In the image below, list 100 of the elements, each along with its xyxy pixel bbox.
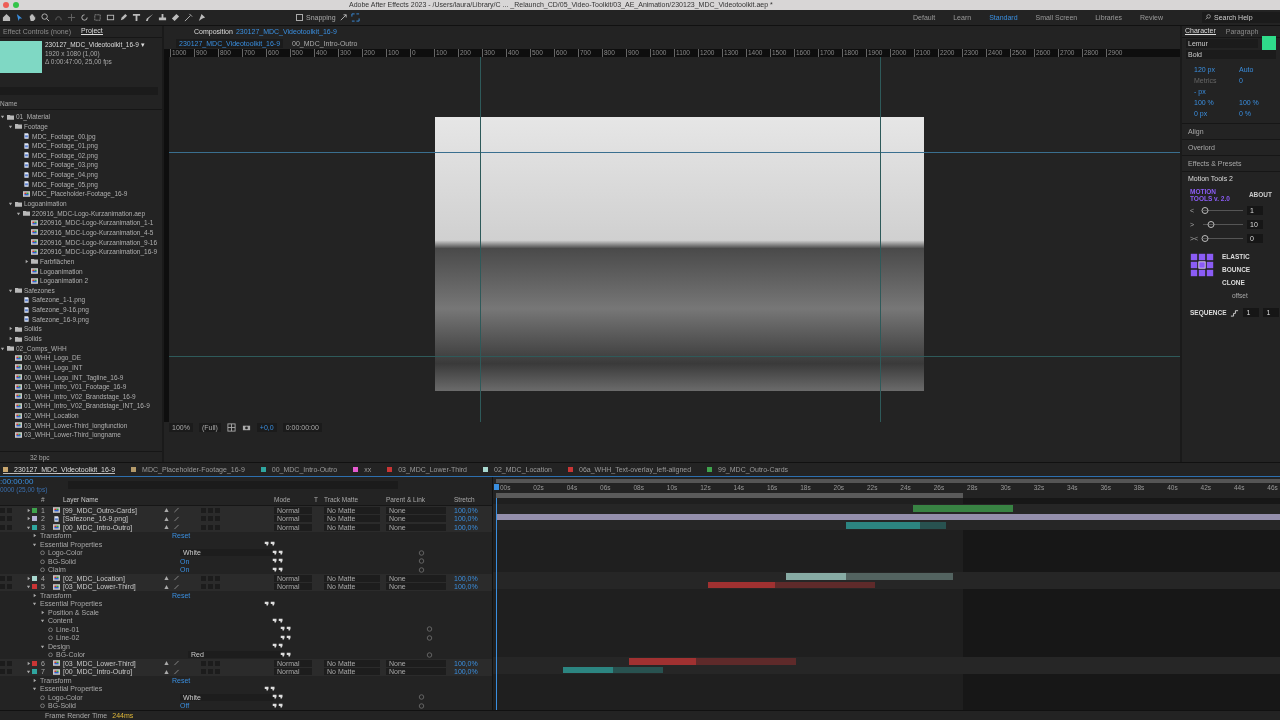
composition-icon	[53, 507, 60, 514]
twirl-icon[interactable]	[32, 541, 37, 547]
pin-pair-icon[interactable]	[264, 541, 276, 548]
pin-pair-icon[interactable]	[272, 566, 284, 573]
text-tool-icon[interactable]	[132, 12, 141, 22]
layer-duration-bar[interactable]	[496, 513, 1280, 520]
close-window-button[interactable]	[3, 2, 9, 8]
search-icon	[1205, 14, 1211, 21]
guide-line[interactable]	[169, 151, 1180, 153]
layer-color-label[interactable]	[32, 584, 37, 590]
composition-icon	[15, 431, 22, 438]
composition-icon	[15, 383, 22, 390]
pin-pair-icon[interactable]	[272, 643, 284, 650]
image-file-icon	[53, 515, 60, 522]
folder-icon	[31, 258, 38, 265]
pin-pair-icon[interactable]	[264, 685, 276, 692]
current-timecode[interactable]: :00:00:00	[0, 477, 62, 486]
rectangle-icon[interactable]	[106, 12, 115, 22]
composition-icon	[31, 239, 38, 246]
eraser-icon[interactable]	[171, 12, 180, 22]
fill-color-swatch[interactable]	[1262, 36, 1276, 51]
twirl-icon[interactable]	[32, 601, 37, 607]
twirl-icon[interactable]	[32, 677, 37, 683]
stairs-icon[interactable]	[1230, 307, 1240, 317]
pick-whip-icon[interactable]	[426, 651, 433, 658]
composition-icon	[23, 190, 30, 197]
composition-icon	[15, 354, 22, 361]
layer-color-label[interactable]	[32, 524, 37, 530]
rotate-icon[interactable]	[80, 12, 89, 22]
image-file-icon	[23, 161, 30, 168]
composition-icon	[53, 524, 60, 531]
layer-duration-bar[interactable]	[707, 581, 775, 588]
move-icon[interactable]	[67, 12, 76, 22]
image-file-icon	[23, 152, 30, 159]
twirl-icon[interactable]	[40, 643, 45, 649]
pin-pair-icon[interactable]	[272, 549, 284, 556]
composition-icon	[31, 277, 38, 284]
selection-arrow-icon[interactable]	[15, 12, 24, 22]
twirl-icon[interactable]	[8, 287, 13, 293]
pin-pair-icon[interactable]	[272, 558, 284, 565]
twirl-icon[interactable]	[8, 326, 13, 332]
layer-color-label[interactable]	[32, 660, 37, 666]
image-file-icon	[23, 171, 30, 178]
layer-tail-bar[interactable]	[612, 666, 663, 673]
twirl-icon[interactable]	[40, 618, 45, 624]
image-file-icon	[23, 133, 30, 140]
home-icon[interactable]	[2, 12, 11, 22]
image-file-icon	[23, 306, 30, 313]
camera-icon[interactable]	[241, 423, 251, 433]
zoom-icon[interactable]	[41, 12, 50, 22]
composition-icon	[31, 248, 38, 255]
image-file-icon	[23, 296, 30, 303]
snapping-checkbox[interactable]	[296, 13, 303, 21]
stamp-icon[interactable]	[158, 12, 167, 22]
twirl-icon[interactable]	[32, 592, 37, 598]
twirl-icon[interactable]	[32, 533, 37, 539]
hand-icon[interactable]	[28, 12, 37, 22]
stopwatch-icon[interactable]	[48, 652, 53, 658]
composition-icon	[15, 403, 22, 409]
folder-icon	[15, 287, 22, 294]
composition-icon	[15, 364, 22, 371]
composition-icon	[31, 229, 38, 236]
twirl-icon[interactable]	[0, 114, 5, 120]
twirl-icon[interactable]	[40, 609, 45, 615]
roto-brush-icon[interactable]	[184, 12, 193, 22]
composition-icon	[15, 412, 22, 419]
composition-thumbnail	[0, 40, 42, 73]
twirl-icon[interactable]	[0, 345, 5, 351]
pin-icon[interactable]	[197, 12, 206, 22]
grid-icon[interactable]	[226, 423, 236, 433]
composition-icon	[31, 219, 38, 226]
layer-color-label[interactable]	[32, 507, 37, 513]
twirl-icon[interactable]	[16, 210, 21, 216]
pin-pair-icon[interactable]	[272, 617, 284, 624]
pin-pair-icon[interactable]	[264, 600, 276, 607]
twirl-icon[interactable]	[8, 201, 13, 207]
layer-color-label[interactable]	[32, 516, 37, 522]
twirl-icon[interactable]	[24, 258, 29, 264]
pin-pair-icon[interactable]	[280, 651, 292, 658]
image-file-icon	[23, 316, 30, 323]
image-file-icon	[23, 142, 30, 149]
composition-icon	[15, 374, 22, 381]
layer-duration-bar[interactable]	[562, 666, 613, 673]
twirl-icon[interactable]	[8, 123, 13, 129]
twirl-icon[interactable]	[32, 686, 37, 692]
pen-icon[interactable]	[119, 12, 128, 22]
twirl-icon[interactable]	[8, 336, 13, 341]
layer-color-label[interactable]	[32, 575, 37, 581]
snap-edges-icon[interactable]	[338, 12, 348, 22]
layer-tail-bar[interactable]	[919, 522, 947, 529]
composition-icon	[15, 393, 22, 400]
pin-pair-icon[interactable]	[272, 702, 284, 709]
pin-pair-icon[interactable]	[272, 694, 284, 701]
composition-icon	[15, 422, 22, 429]
composition-icon	[31, 268, 38, 274]
anchor-grid-icon[interactable]	[1190, 252, 1214, 277]
image-file-icon	[23, 181, 30, 188]
pin-pair-icon[interactable]	[280, 634, 292, 641]
layer-color-label[interactable]	[32, 669, 37, 675]
pin-pair-icon[interactable]	[280, 626, 292, 633]
